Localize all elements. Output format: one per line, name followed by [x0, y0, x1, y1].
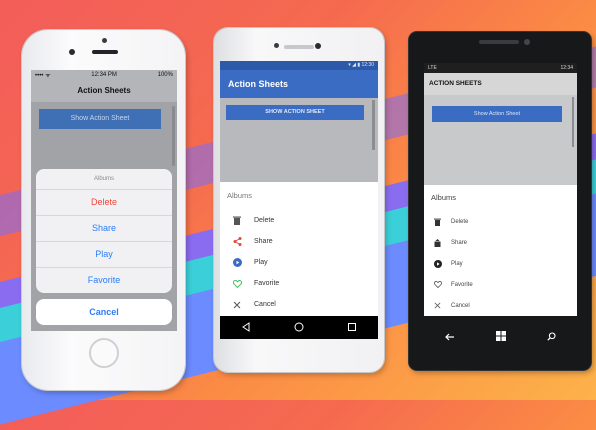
action-sheet-title: Albums: [36, 169, 172, 190]
scrollbar[interactable]: [572, 97, 574, 147]
windows-nav-bar: [424, 322, 577, 352]
ios-screen: •••• ᯤ 12:34 PM 100% Action Sheets Show …: [31, 70, 177, 331]
android-bottom-sheet: Albums Delete Share Play Favorite Cancel: [220, 182, 378, 312]
option-label: Play: [254, 259, 268, 266]
option-label: Cancel: [254, 301, 276, 308]
proximity-sensor: [102, 38, 107, 43]
action-sheet-title: Albums: [227, 191, 253, 200]
ios-status-battery: 100%: [157, 72, 173, 78]
recents-icon[interactable]: [347, 319, 357, 337]
back-icon[interactable]: [241, 319, 251, 337]
proximity-sensor: [274, 43, 279, 48]
search-icon[interactable]: [547, 328, 556, 346]
cancel-option[interactable]: Cancel: [220, 294, 378, 315]
signal-icon: •••• ᯤ: [35, 73, 51, 79]
back-arrow-icon[interactable]: [444, 328, 455, 346]
play-option[interactable]: Play: [424, 253, 577, 274]
option-label: Play: [451, 260, 463, 267]
android-app-bar: Action Sheets: [220, 70, 378, 98]
android-content: SHOW ACTION SHEET: [220, 98, 378, 182]
trash-icon: [424, 218, 451, 226]
show-action-sheet-button[interactable]: SHOW ACTION SHEET: [226, 105, 364, 120]
show-action-sheet-button[interactable]: Show Action Sheet: [432, 106, 562, 122]
heart-icon: [424, 281, 451, 288]
scrollbar[interactable]: [372, 100, 375, 150]
heart-icon: [220, 279, 254, 288]
favorite-option[interactable]: Favorite: [36, 268, 172, 293]
earpiece-speaker: [92, 50, 118, 54]
windows-status-signal: LTE: [428, 65, 437, 71]
option-label: Cancel: [451, 302, 470, 309]
action-sheet-title: Albums: [431, 193, 457, 202]
play-icon: [424, 259, 451, 268]
close-icon: [424, 302, 451, 309]
option-label: Share: [254, 238, 273, 245]
option-label: Delete: [254, 217, 275, 224]
delete-option[interactable]: Delete: [220, 210, 378, 231]
windows-header: ACTION SHEETS: [424, 73, 577, 95]
earpiece-speaker: [284, 45, 314, 49]
android-screen: ▾ ◢ ▮ 12:30 Action Sheets SHOW ACTION SH…: [220, 61, 378, 339]
option-label: Favorite: [451, 281, 473, 288]
option-label: Favorite: [254, 280, 280, 287]
signal-icon: ▾ ◢ ▮: [348, 62, 362, 68]
favorite-option[interactable]: Favorite: [424, 274, 577, 295]
windows-logo-icon[interactable]: [495, 328, 506, 346]
ios-status-bar: •••• ᯤ 12:34 PM 100%: [31, 70, 177, 80]
windows-action-sheet: Albums Delete Share Play Favorite Cancel: [424, 185, 577, 316]
iphone-device: •••• ᯤ 12:34 PM 100% Action Sheets Show …: [22, 30, 185, 390]
share-option[interactable]: Share: [220, 231, 378, 252]
windows-content: Show Action Sheet: [424, 95, 577, 185]
windows-phone-device: LTE 12:34 ACTION SHEETS Show Action Shee…: [409, 32, 591, 370]
android-status-time: 12:30: [361, 62, 374, 68]
close-icon: [220, 301, 254, 309]
share-icon: [424, 238, 451, 247]
share-option[interactable]: Share: [36, 216, 172, 242]
android-status-bar: ▾ ◢ ▮ 12:30: [220, 61, 378, 70]
android-device: ▾ ◢ ▮ 12:30 Action Sheets SHOW ACTION SH…: [214, 28, 384, 372]
delete-option[interactable]: Delete: [424, 211, 577, 232]
cancel-option[interactable]: Cancel: [424, 295, 577, 316]
windows-screen: LTE 12:34 ACTION SHEETS Show Action Shee…: [424, 63, 577, 316]
windows-page-title: ACTION SHEETS: [429, 80, 482, 87]
windows-status-bar: LTE 12:34: [424, 63, 577, 73]
ios-action-sheet: Albums Delete Share Play Favorite: [36, 169, 172, 293]
favorite-option[interactable]: Favorite: [220, 273, 378, 294]
windows-status-time: 12:34: [560, 65, 573, 71]
android-nav-bar: [220, 316, 378, 339]
ios-status-time: 12:34 PM: [91, 72, 117, 78]
show-action-sheet-button[interactable]: Show Action Sheet: [39, 109, 161, 129]
play-option[interactable]: Play: [220, 252, 378, 273]
front-camera: [69, 49, 75, 55]
option-label: Delete: [451, 218, 469, 225]
delete-option[interactable]: Delete: [36, 190, 172, 216]
home-icon[interactable]: [294, 319, 304, 337]
play-icon: [220, 258, 254, 267]
android-page-title: Action Sheets: [228, 79, 289, 89]
front-camera: [524, 39, 530, 45]
ios-page-title: Action Sheets: [31, 80, 177, 102]
share-icon: [220, 237, 254, 246]
earpiece-speaker: [479, 40, 519, 44]
play-option[interactable]: Play: [36, 242, 172, 268]
share-option[interactable]: Share: [424, 232, 577, 253]
option-label: Share: [451, 239, 468, 246]
scrollbar[interactable]: [172, 106, 175, 166]
front-camera: [315, 43, 321, 49]
cancel-button[interactable]: Cancel: [36, 299, 172, 325]
home-button[interactable]: [89, 338, 119, 368]
trash-icon: [220, 216, 254, 225]
